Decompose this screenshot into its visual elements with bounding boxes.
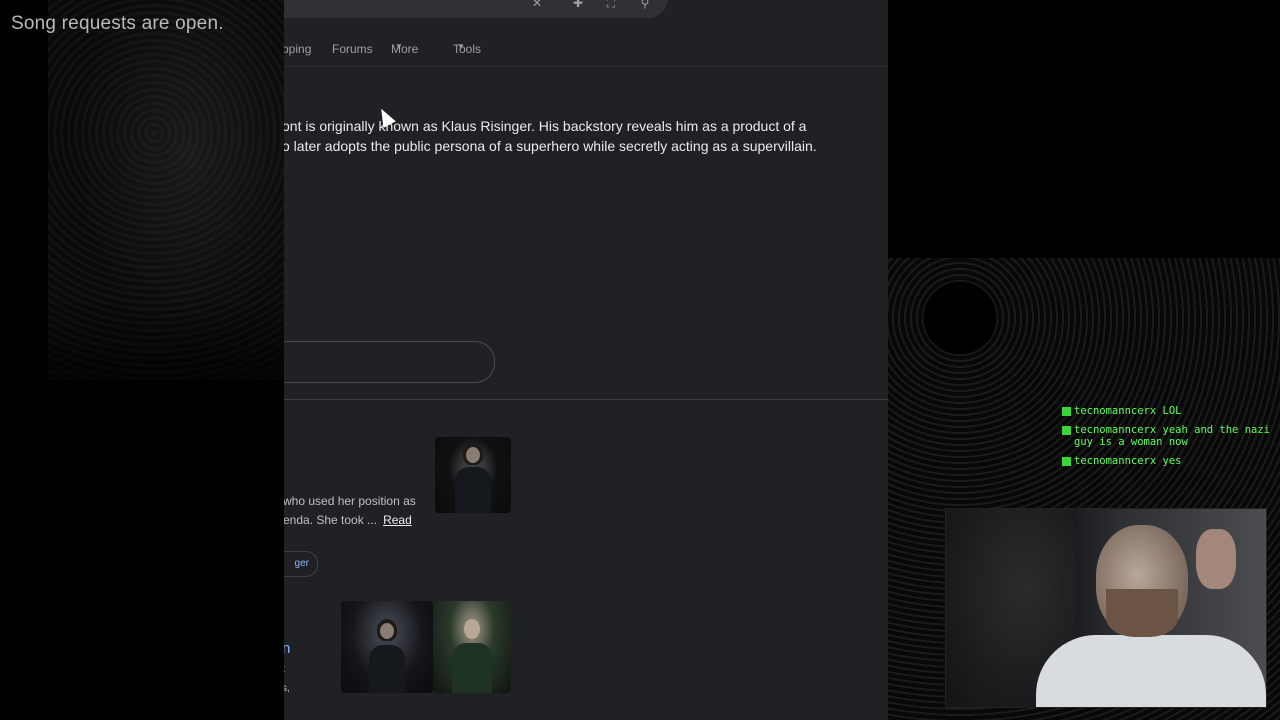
ai-overview-text: ont is originally known as Klaus Risinge… <box>284 116 882 156</box>
art-fade <box>0 300 284 420</box>
figure-head <box>464 619 480 639</box>
chevron-down-icon: ▼ <box>395 42 403 51</box>
ai-overview-line: ont is originally known as Klaus Risinge… <box>284 118 807 134</box>
clear-icon[interactable]: ✕ <box>530 0 544 10</box>
chat-text: LOL <box>1162 405 1182 417</box>
ai-overview-line: o later adopts the public persona of a s… <box>284 138 817 154</box>
result-text: s, <box>284 683 290 694</box>
figure-body <box>369 645 405 693</box>
search-input[interactable]: ✕ ✚ ⛶ ⚲ <box>284 0 668 18</box>
chat-box: tecnomanncerx LOL tecnomanncerx yeah and… <box>1062 405 1272 474</box>
result-thumbnail[interactable] <box>433 601 511 693</box>
figure-body <box>452 643 492 693</box>
chat-username: tecnomanncerx <box>1074 405 1157 417</box>
lens-icon[interactable]: ⛶ <box>604 0 618 10</box>
result-text: t <box>284 664 285 675</box>
result-snippet: who used her position as enda. She took … <box>284 492 416 530</box>
chevron-down-icon: ▼ <box>457 42 465 51</box>
kick-badge-icon <box>1062 426 1071 435</box>
mic-icon[interactable]: ✚ <box>571 0 585 10</box>
webcam-hand <box>1196 529 1236 589</box>
webcam-shirt <box>1036 635 1266 707</box>
snippet-line: enda. She took ... <box>284 513 378 527</box>
read-more-link[interactable]: Read <box>383 513 412 527</box>
kick-badge-icon <box>1062 457 1071 466</box>
result-thumbnail[interactable] <box>435 437 511 513</box>
song-requests-text: Song requests are open. <box>11 13 224 34</box>
search-icon[interactable]: ⚲ <box>638 0 652 10</box>
related-chip[interactable]: ger <box>284 551 318 577</box>
tab-shopping[interactable]: pping <box>284 42 311 56</box>
divider <box>284 66 888 67</box>
browser-viewport: ✕ ✚ ⛶ ⚲ pping Forums More ▼ Tools ▼ ont is… <box>284 0 888 720</box>
tab-forums[interactable]: Forums <box>332 42 373 56</box>
left-overlay-panel: Song requests are open. <box>0 0 284 720</box>
snippet-line: who used her position as <box>284 494 416 508</box>
figure-body <box>455 467 491 513</box>
search-tabs: pping Forums More ▼ Tools ▼ <box>284 42 888 66</box>
result-title[interactable]: n <box>284 640 290 657</box>
chat-message: tecnomanncerx yes <box>1062 455 1272 467</box>
chat-username: tecnomanncerx <box>1074 455 1157 467</box>
figure-head <box>466 447 480 463</box>
webcam-feed <box>945 508 1267 708</box>
result-thumbnail[interactable] <box>341 601 433 693</box>
kick-badge-icon <box>1062 407 1071 416</box>
follow-up-input[interactable] <box>284 341 495 383</box>
chat-text: yes <box>1162 455 1182 467</box>
chat-message: tecnomanncerx LOL <box>1062 405 1272 417</box>
figure-head <box>380 623 394 639</box>
webcam-beard <box>1106 589 1178 637</box>
divider <box>284 399 888 400</box>
chat-message: tecnomanncerx yeah and the nazi guy is a… <box>1062 424 1272 448</box>
chat-username: tecnomanncerx <box>1074 424 1157 436</box>
